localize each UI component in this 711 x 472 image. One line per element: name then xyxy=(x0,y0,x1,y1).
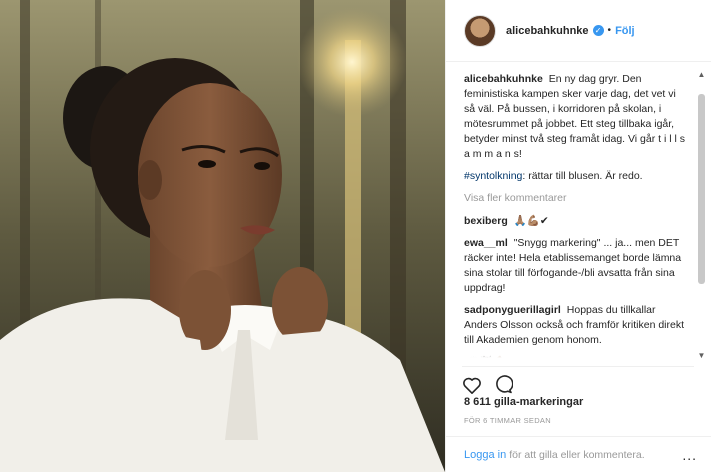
post-footer: Logga in för att gilla eller kommentera.… xyxy=(446,436,711,472)
comment-item: ewa__ml "Snygg markering" ... ja... men … xyxy=(464,236,689,296)
load-more-comments-button[interactable]: Visa fler kommentarer xyxy=(464,191,689,206)
post-side-panel: alicebahkuhnke ✓ • Följ alicebahkuhnke E… xyxy=(445,0,711,472)
post-photo[interactable] xyxy=(0,0,445,472)
scroll-thumb[interactable] xyxy=(698,94,705,284)
username-link[interactable]: alicebahkuhnke xyxy=(506,25,589,37)
photo-illustration xyxy=(0,0,445,472)
comment-bubble-icon[interactable] xyxy=(494,375,513,394)
comment-item: sadponyguerillagirl Hoppas du tillkallar… xyxy=(464,303,689,348)
comments-fade xyxy=(464,348,689,358)
separator-dot: • xyxy=(607,25,612,36)
instagram-post: alicebahkuhnke ✓ • Följ alicebahkuhnke E… xyxy=(0,0,711,472)
caption: alicebahkuhnke En ny dag gryr. Den femin… xyxy=(464,72,689,162)
action-bar xyxy=(462,366,694,394)
scroll-up-arrow-icon[interactable]: ▲ xyxy=(697,70,706,79)
likes-count[interactable]: 8 611 gilla-markeringar xyxy=(464,396,583,408)
comment-item: bexiberg 🙏🏽💪🏽✔ xyxy=(464,214,689,229)
follow-button[interactable]: Följ xyxy=(615,25,635,37)
post-header: alicebahkuhnke ✓ • Följ xyxy=(446,0,711,62)
verified-badge-icon: ✓ xyxy=(592,25,604,36)
comments-list[interactable]: alicebahkuhnke En ny dag gryr. Den femin… xyxy=(464,72,689,358)
comment-text: 🙏🏽💪🏽✔ xyxy=(513,215,549,227)
hashtag-text: : rättar till blusen. Är redo. xyxy=(522,170,643,182)
heart-icon[interactable] xyxy=(462,376,482,394)
login-prompt-text: för att gilla eller kommentera. xyxy=(509,448,645,461)
comment-username[interactable]: ewa__ml xyxy=(464,237,508,249)
avatar[interactable] xyxy=(464,14,496,47)
comment-username[interactable]: bexiberg xyxy=(464,215,508,227)
comment-username[interactable]: sadponyguerillagirl xyxy=(464,304,561,316)
caption-hashtag-line: #syntolkning: rättar till blusen. Är red… xyxy=(464,169,689,184)
caption-text: En ny dag gryr. Den feministiska kampen … xyxy=(464,73,685,160)
caption-username[interactable]: alicebahkuhnke xyxy=(464,73,543,85)
comments-scrollbar[interactable]: ▲ ▼ xyxy=(697,70,706,360)
more-options-icon[interactable]: ... xyxy=(682,447,697,463)
hashtag-link[interactable]: #syntolkning xyxy=(464,170,522,182)
scroll-down-arrow-icon[interactable]: ▼ xyxy=(697,351,706,360)
login-link[interactable]: Logga in xyxy=(464,449,506,461)
post-timestamp[interactable]: FÖR 6 TIMMAR SEDAN xyxy=(464,416,551,425)
